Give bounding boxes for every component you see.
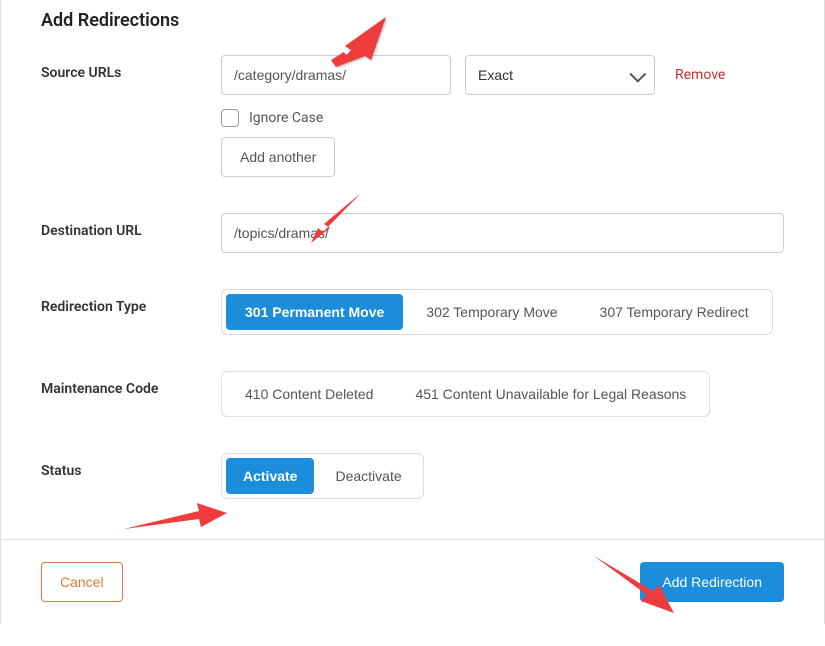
status-group: Activate Deactivate bbox=[221, 453, 424, 499]
destination-url-input[interactable] bbox=[221, 213, 784, 253]
redirection-type-307[interactable]: 307 Temporary Redirect bbox=[581, 294, 768, 330]
status-activate[interactable]: Activate bbox=[226, 458, 314, 494]
ignore-case-checkbox[interactable] bbox=[221, 109, 239, 127]
add-another-button[interactable]: Add another bbox=[221, 137, 335, 177]
add-redirection-button[interactable]: Add Redirection bbox=[640, 562, 784, 602]
status-label: Status bbox=[41, 453, 221, 479]
cancel-button[interactable]: Cancel bbox=[41, 562, 123, 602]
maintenance-code-group: 410 Content Deleted 451 Content Unavaila… bbox=[221, 371, 710, 417]
status-deactivate[interactable]: Deactivate bbox=[318, 458, 418, 494]
page-title: Add Redirections bbox=[41, 10, 784, 31]
maintenance-code-label: Maintenance Code bbox=[41, 371, 221, 397]
remove-source-link[interactable]: Remove bbox=[675, 67, 725, 83]
destination-url-label: Destination URL bbox=[41, 213, 221, 239]
maintenance-code-451[interactable]: 451 Content Unavailable for Legal Reason… bbox=[396, 376, 705, 412]
redirection-type-302[interactable]: 302 Temporary Move bbox=[407, 294, 576, 330]
ignore-case-label: Ignore Case bbox=[249, 110, 323, 126]
source-urls-label: Source URLs bbox=[41, 55, 221, 81]
redirection-type-label: Redirection Type bbox=[41, 289, 221, 315]
source-match-select[interactable]: Exact bbox=[465, 55, 655, 95]
redirection-type-group: 301 Permanent Move 302 Temporary Move 30… bbox=[221, 289, 773, 335]
redirection-type-301[interactable]: 301 Permanent Move bbox=[226, 294, 403, 330]
maintenance-code-410[interactable]: 410 Content Deleted bbox=[226, 376, 392, 412]
source-url-input[interactable] bbox=[221, 55, 451, 95]
